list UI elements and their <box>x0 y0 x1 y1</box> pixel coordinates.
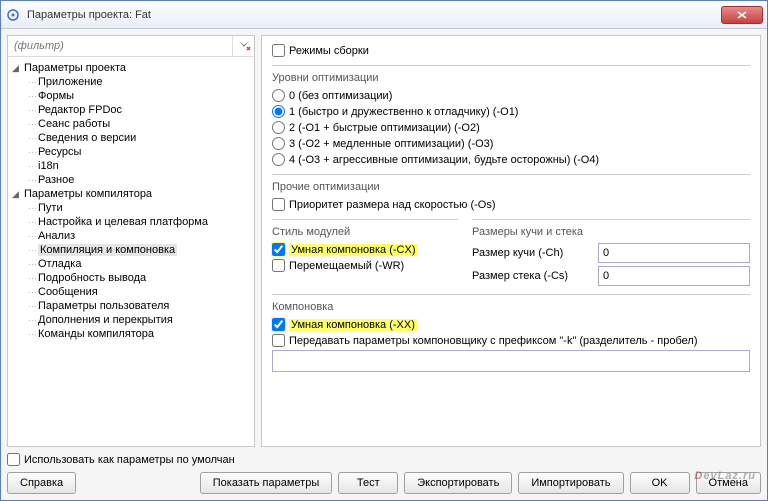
stack-size-label: Размер стека (-Cs) <box>472 270 592 282</box>
tree-item[interactable]: ⋯Формы <box>10 89 252 103</box>
tree-item[interactable]: ⋯Ресурсы <box>10 145 252 159</box>
import-button[interactable]: Импортировать <box>518 472 623 494</box>
size-over-speed-check[interactable]: Приоритет размера над скоростью (-Os) <box>272 198 750 211</box>
opt-levels-title: Уровни оптимизации <box>272 72 750 84</box>
left-panel: ◢Параметры проекта ⋯Приложение ⋯Формы ⋯Р… <box>7 35 255 447</box>
titlebar: Параметры проекта: Fat <box>1 1 767 29</box>
smart-link-xx-check[interactable]: Умная компоновка (-XX) <box>272 318 750 331</box>
opt-level-0[interactable]: 0 (без оптимизации) <box>272 89 750 102</box>
unit-style-title: Стиль модулей <box>272 226 458 238</box>
stack-size-input[interactable] <box>598 266 750 286</box>
tree-item[interactable]: ⋯Пути <box>10 201 252 215</box>
tree-item[interactable]: ⋯Редактор FPDoc <box>10 103 252 117</box>
other-opt-title: Прочие оптимизации <box>272 181 750 193</box>
other-opt-group: Прочие оптимизации Приоритет размера над… <box>272 174 750 211</box>
heap-size-label: Размер кучи (-Ch) <box>472 247 592 259</box>
clear-filter-button[interactable] <box>232 36 254 56</box>
window-title: Параметры проекта: Fat <box>27 9 721 21</box>
opt-level-4[interactable]: 4 (-O3 + агрессивные оптимизации, будьте… <box>272 153 750 166</box>
test-button[interactable]: Тест <box>338 472 398 494</box>
show-options-button[interactable]: Показать параметры <box>200 472 333 494</box>
tree-item[interactable]: ⋯Анализ <box>10 229 252 243</box>
linking-group: Компоновка Умная компоновка (-XX) Переда… <box>272 294 750 372</box>
smart-link-cx-check[interactable]: Умная компоновка (-CX) <box>272 243 458 256</box>
build-modes-check[interactable]: Режимы сборки <box>272 44 750 57</box>
tree-item[interactable]: ⋯Дополнения и перекрытия <box>10 313 252 327</box>
button-bar: Справка Показать параметры Тест Экспорти… <box>7 472 761 494</box>
linking-title: Компоновка <box>272 301 750 313</box>
export-button[interactable]: Экспортировать <box>404 472 512 494</box>
unit-style-group: Стиль модулей Умная компоновка (-CX) Пер… <box>272 219 458 286</box>
use-as-default-check[interactable]: Использовать как параметры по умолчан <box>7 453 235 466</box>
heap-stack-title: Размеры кучи и стека <box>472 226 750 238</box>
tree-item[interactable]: ⋯Подробность вывода <box>10 271 252 285</box>
opt-level-1[interactable]: 1 (быстро и дружественно к отладчику) (-… <box>272 105 750 118</box>
tree-group-compiler[interactable]: ◢Параметры компилятора <box>10 187 252 201</box>
app-icon <box>5 7 21 23</box>
tree-item[interactable]: ⋯Сведения о версии <box>10 131 252 145</box>
heap-stack-group: Размеры кучи и стека Размер кучи (-Ch) Р… <box>472 219 750 286</box>
tree-item[interactable]: ⋯Сообщения <box>10 285 252 299</box>
tree-item[interactable]: ⋯Параметры пользователя <box>10 299 252 313</box>
tree-item[interactable]: ⋯Настройка и целевая платформа <box>10 215 252 229</box>
opt-level-3[interactable]: 3 (-O2 + медленные оптимизации) (-O3) <box>272 137 750 150</box>
right-panel: Режимы сборки Уровни оптимизации 0 (без … <box>261 35 761 447</box>
linker-options-input[interactable] <box>272 350 750 372</box>
tree-item[interactable]: ⋯Приложение <box>10 75 252 89</box>
opt-level-2[interactable]: 2 (-O1 + быстрые оптимизации) (-O2) <box>272 121 750 134</box>
tree-item-compile-link[interactable]: ⋯Компиляция и компоновка <box>10 243 252 257</box>
tree-item[interactable]: ⋯Отладка <box>10 257 252 271</box>
ok-button[interactable]: OK <box>630 472 690 494</box>
close-button[interactable] <box>721 6 763 24</box>
cancel-button[interactable]: Отмена <box>696 472 761 494</box>
project-options-window: Параметры проекта: Fat ◢Параметры проект… <box>0 0 768 501</box>
tree-item[interactable]: ⋯Сеанс работы <box>10 117 252 131</box>
relocatable-check[interactable]: Перемещаемый (-WR) <box>272 259 458 272</box>
help-button[interactable]: Справка <box>7 472 76 494</box>
tree-group-project[interactable]: ◢Параметры проекта <box>10 61 252 75</box>
tree-item[interactable]: ⋯Команды компилятора <box>10 327 252 341</box>
pass-k-check[interactable]: Передавать параметры компоновщику с преф… <box>272 334 750 347</box>
options-tree[interactable]: ◢Параметры проекта ⋯Приложение ⋯Формы ⋯Р… <box>8 57 254 446</box>
heap-size-input[interactable] <box>598 243 750 263</box>
opt-levels-group: Уровни оптимизации 0 (без оптимизации) 1… <box>272 65 750 166</box>
filter-input[interactable] <box>8 36 232 56</box>
dialog-body: ◢Параметры проекта ⋯Приложение ⋯Формы ⋯Р… <box>1 29 767 500</box>
tree-item[interactable]: ⋯Разное <box>10 173 252 187</box>
tree-item[interactable]: ⋯i18n <box>10 159 252 173</box>
